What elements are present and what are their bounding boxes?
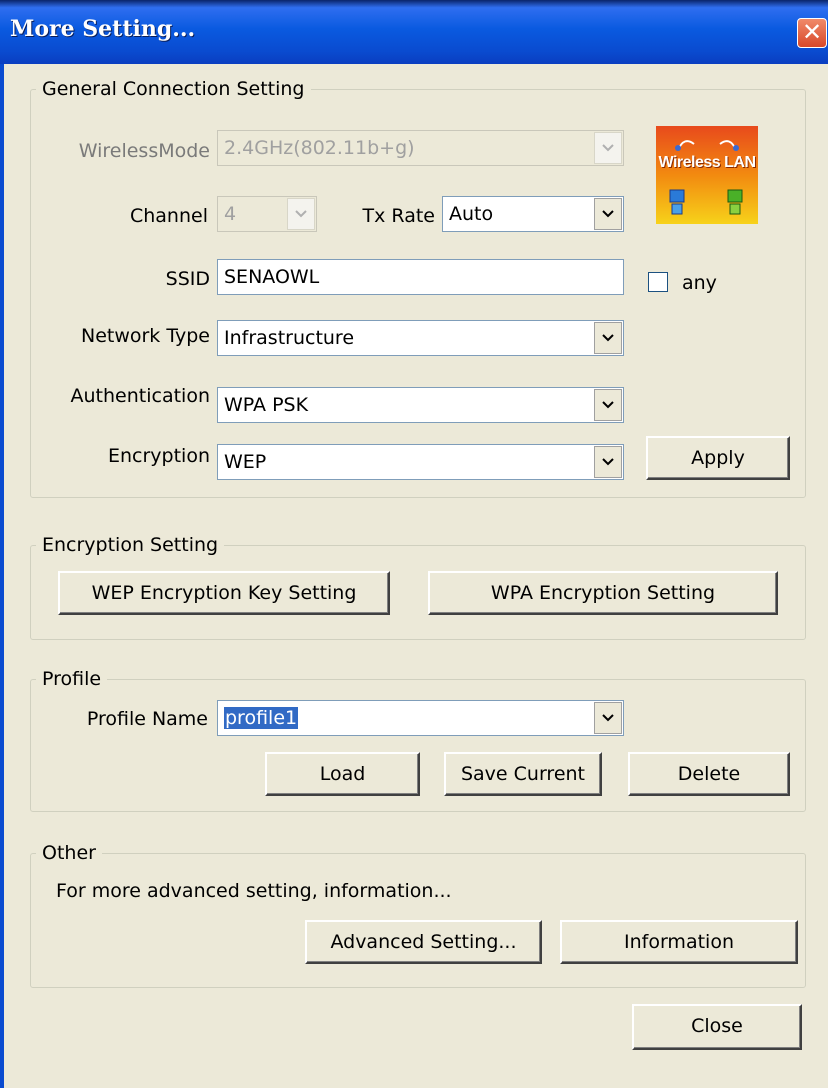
chevron-down-icon — [594, 132, 622, 164]
encryption-label: Encryption — [107, 445, 210, 467]
profile-name-label: Profile Name — [86, 708, 208, 730]
information-button[interactable]: Information — [560, 920, 798, 964]
tx-rate-value: Auto — [449, 203, 494, 225]
apply-button[interactable]: Apply — [646, 436, 790, 480]
advanced-setting-button[interactable]: Advanced Setting... — [305, 920, 542, 964]
encryption-select[interactable]: WEP — [217, 444, 624, 480]
wireless-mode-label: WirelessMode — [78, 140, 210, 162]
any-checkbox-label: any — [682, 272, 717, 294]
other-legend: Other — [42, 842, 96, 864]
chevron-down-icon — [287, 198, 315, 230]
wep-encryption-key-button[interactable]: WEP Encryption Key Setting — [58, 571, 390, 615]
network-type-label: Network Type — [80, 325, 210, 347]
ssid-value: SENAOWL — [224, 266, 320, 288]
authentication-value: WPA PSK — [224, 394, 309, 416]
load-profile-button[interactable]: Load — [265, 752, 420, 796]
wpa-encryption-setting-button[interactable]: WPA Encryption Setting — [428, 571, 778, 615]
wireless-lan-logo-text: Wireless LAN — [658, 154, 757, 171]
channel-label: Channel — [129, 205, 208, 227]
authentication-select[interactable]: WPA PSK — [217, 387, 624, 423]
profile-legend: Profile — [42, 668, 102, 690]
authentication-label: Authentication — [70, 385, 210, 407]
chevron-down-icon — [594, 446, 622, 478]
delete-profile-button[interactable]: Delete — [628, 752, 790, 796]
close-button[interactable]: Close — [632, 1004, 802, 1050]
save-current-profile-button[interactable]: Save Current — [444, 752, 602, 796]
chevron-down-icon — [594, 322, 622, 354]
close-window-button[interactable]: ✕ — [797, 18, 827, 48]
any-checkbox[interactable] — [648, 272, 668, 292]
ssid-label: SSID — [165, 268, 210, 290]
chevron-down-icon — [594, 389, 622, 421]
window-left-border — [0, 64, 4, 1088]
wireless-mode-select: 2.4GHz(802.11b+g) — [217, 130, 624, 166]
network-type-value: Infrastructure — [224, 327, 355, 349]
ssid-input[interactable]: SENAOWL — [217, 259, 624, 295]
chevron-down-icon — [594, 702, 622, 734]
profile-name-value: profile1 — [224, 707, 299, 729]
tx-rate-select[interactable]: Auto — [442, 196, 624, 232]
profile-name-selected-text: profile1 — [224, 707, 299, 729]
tx-rate-label: Tx Rate — [362, 205, 435, 227]
profile-name-select[interactable]: profile1 — [217, 700, 624, 736]
general-connection-legend: General Connection Setting — [42, 78, 305, 100]
close-icon: ✕ — [801, 18, 823, 46]
wireless-lan-logo: Wireless LAN — [656, 126, 758, 224]
encryption-value: WEP — [224, 451, 267, 473]
chevron-down-icon — [594, 198, 622, 230]
other-group: Other — [30, 842, 806, 988]
channel-select: 4 — [217, 196, 317, 232]
wireless-mode-value: 2.4GHz(802.11b+g) — [224, 137, 415, 159]
more-setting-dialog: More Setting... ✕ General Connection Set… — [0, 0, 828, 1088]
title-bar[interactable]: More Setting... ✕ — [0, 0, 828, 64]
channel-value: 4 — [224, 203, 237, 225]
window-title: More Setting... — [10, 16, 196, 42]
network-type-select[interactable]: Infrastructure — [217, 320, 624, 356]
encryption-setting-legend: Encryption Setting — [42, 534, 219, 556]
other-description: For more advanced setting, information..… — [56, 880, 452, 902]
